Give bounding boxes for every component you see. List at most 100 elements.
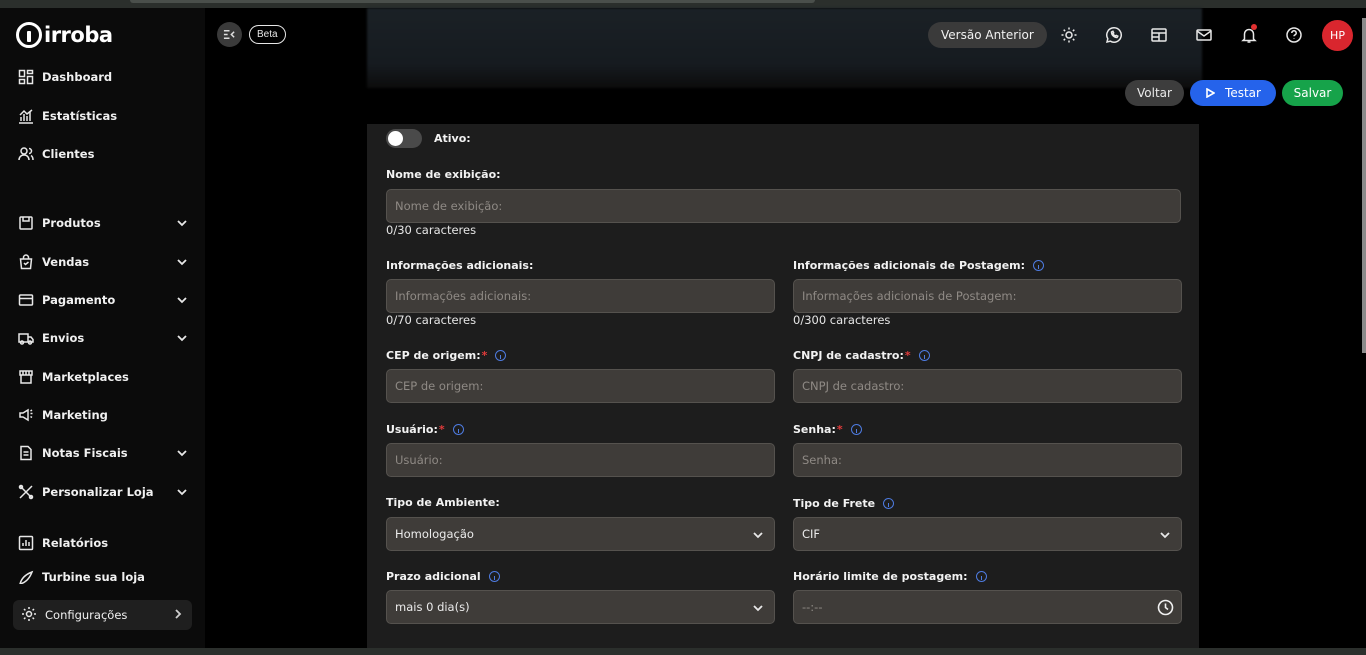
sidebar-item-label: Dashboard [42,70,113,84]
ativo-label: Ativo: [434,132,471,145]
play-icon [1206,88,1216,98]
sidebar-item-label: Pagamento [42,293,116,307]
whatsapp-icon [1105,27,1122,44]
chevron-down-icon [176,332,188,344]
horario-field[interactable]: --:-- [793,590,1182,624]
dashboard-icon [18,69,34,85]
sidebar-item-configuracoes[interactable]: Configurações [13,600,192,630]
main-area: Beta Versão Anterior HP Voltar Testar Sa… [205,8,1366,655]
taskbar-strip [0,648,1366,655]
info-icon[interactable] [975,571,987,582]
horario-label: Horário limite de postagem: [793,570,987,583]
ambiente-select[interactable]: Homologação [386,517,775,551]
collapse-sidebar-button[interactable] [217,22,242,47]
info-icon[interactable] [918,350,930,361]
sidebar-item-turbine[interactable]: Turbine sua loja [18,570,188,584]
tools-icon [18,484,34,500]
cnpj-label: CNPJ de cadastro: * [793,349,930,362]
scrollbar[interactable] [1362,18,1366,353]
messages-button[interactable] [1193,24,1215,46]
required-mark: * [481,349,488,362]
ativo-toggle[interactable] [386,129,422,148]
nome-field[interactable]: Nome de exibição: [386,189,1181,223]
help-button[interactable] [1283,24,1305,46]
senha-field[interactable]: Senha: [793,443,1182,477]
info-icon[interactable] [488,571,500,582]
user-avatar[interactable]: HP [1322,20,1353,51]
info-adicionais-field[interactable]: Informações adicionais: [386,279,775,313]
info-postagem-label: Informações adicionais de Postagem: [793,259,1045,272]
logo[interactable]: irroba [16,22,113,48]
sidebar-item-notas-fiscais[interactable]: Notas Fiscais [18,441,188,465]
collapse-icon [223,30,235,39]
shipping-form-panel: Ativo: Nome de exibição: Nome de exibiçã… [367,124,1199,655]
sidebar-item-clientes[interactable]: Clientes [18,142,188,166]
info-postagem-char-count: 0/300 caracteres [793,313,891,327]
chevron-down-icon [752,602,764,614]
notifications-button[interactable] [1238,24,1260,46]
nome-char-count: 0/30 caracteres [386,223,477,237]
report-icon [18,535,34,551]
info-icon[interactable] [850,424,862,435]
sidebar-item-label: Produtos [42,216,101,230]
testar-button[interactable]: Testar [1190,80,1276,106]
nome-label: Nome de exibição: [386,168,501,181]
mail-icon [1196,29,1212,41]
horario-placeholder: --:-- [802,600,823,614]
info-icon[interactable] [452,424,464,435]
sidebar-item-label: Marketplaces [42,370,129,384]
sidebar-item-produtos[interactable]: Produtos [18,211,188,235]
gear-icon [21,606,37,625]
info-adicionais-label: Informações adicionais: [386,259,534,272]
info-icon[interactable] [883,498,895,509]
theme-toggle-button[interactable] [1058,24,1080,46]
versao-anterior-button[interactable]: Versão Anterior [928,22,1047,48]
prazo-select[interactable]: mais 0 dia(s) [386,590,775,624]
truck-icon [18,330,34,346]
cep-field[interactable]: CEP de origem: [386,369,775,403]
sidebar-item-marketing[interactable]: Marketing [18,403,188,427]
sidebar-item-vendas[interactable]: Vendas [18,250,188,274]
info-icon[interactable] [1033,260,1045,271]
box-icon [18,215,34,231]
salvar-button[interactable]: Salvar [1282,80,1343,106]
notification-dot [1251,24,1257,30]
logo-mark-icon [16,22,42,48]
blurred-header-panel [367,8,1202,88]
clock-icon[interactable] [1157,599,1174,616]
sidebar-item-label: Marketing [42,408,108,422]
ambiente-value: Homologação [395,527,474,541]
frete-select[interactable]: CIF [793,517,1182,551]
sidebar-item-pagamento[interactable]: Pagamento [18,288,188,312]
store-button[interactable] [1148,24,1170,46]
info-adicionais-char-count: 0/70 caracteres [386,313,477,327]
store-icon [18,369,34,385]
sidebar-item-relatorios[interactable]: Relatórios [18,531,188,555]
cnpj-field[interactable]: CNPJ de cadastro: [793,369,1182,403]
sidebar: irroba Dashboard Estatísticas Clientes P… [0,8,205,655]
sidebar-item-estatisticas[interactable]: Estatísticas [18,104,188,128]
sidebar-item-label: Estatísticas [42,109,118,123]
info-postagem-label-text: Informações adicionais de Postagem: [793,259,1026,272]
senha-label: Senha: * [793,423,862,436]
sidebar-item-envios[interactable]: Envios [18,326,188,350]
whatsapp-button[interactable] [1103,24,1125,46]
sidebar-item-label: Notas Fiscais [42,446,128,460]
sidebar-item-marketplaces[interactable]: Marketplaces [18,365,188,389]
beta-badge: Beta [249,25,286,44]
chevron-down-icon [752,529,764,541]
sidebar-item-label: Turbine sua loja [42,570,145,584]
stats-icon [18,108,34,124]
prazo-label: Prazo adicional [386,570,500,583]
voltar-button[interactable]: Voltar [1125,80,1184,106]
document-icon [18,445,34,461]
sidebar-item-personalizar-loja[interactable]: Personalizar Loja [18,480,188,504]
storefront-icon [1151,28,1167,42]
info-icon[interactable] [495,350,507,361]
required-mark: * [438,423,445,436]
info-postagem-field[interactable]: Informações adicionais de Postagem: [793,279,1182,313]
usuario-field[interactable]: Usuário: [386,443,775,477]
logo-text: irroba [44,23,113,47]
megaphone-icon [18,407,34,423]
sidebar-item-dashboard[interactable]: Dashboard [18,65,188,89]
